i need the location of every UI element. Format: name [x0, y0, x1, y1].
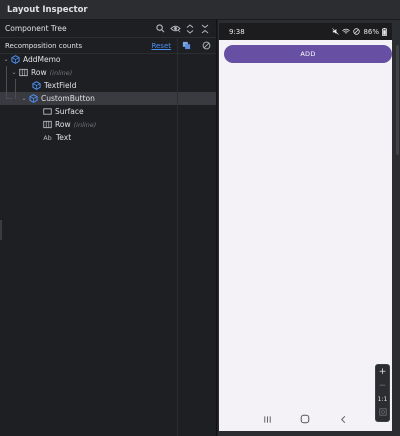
add-button[interactable]: ADD: [224, 45, 392, 63]
compose-icon: [10, 55, 20, 65]
device-nav-bar: [219, 409, 392, 431]
block-icon[interactable]: [199, 39, 213, 53]
collapse-all-icon[interactable]: [198, 22, 212, 36]
wifi-icon: [342, 28, 351, 34]
tree-node-textfield[interactable]: TextField: [0, 79, 217, 92]
recents-icon[interactable]: [263, 415, 272, 426]
eye-icon[interactable]: [168, 22, 182, 36]
surface-icon: [42, 107, 52, 117]
recomposition-label: Recomposition counts: [5, 41, 83, 50]
row-icon: [42, 120, 52, 130]
component-tree: ⌄ AddMemo ⌄ Row (inline) TextField ⌄ Cus…: [0, 53, 217, 144]
status-time: 9:38: [229, 27, 245, 36]
tree-node-label: Surface: [55, 107, 84, 116]
recomposition-counts-bar: Recomposition counts Reset: [0, 38, 217, 54]
tree-guide-line: [6, 98, 12, 99]
expand-all-icon[interactable]: [183, 22, 197, 36]
device-view-scrollbar[interactable]: [396, 45, 399, 155]
battery-icon: [382, 27, 387, 36]
zoom-controls: + − 1:1: [375, 364, 390, 422]
tree-node-hint: (inline): [73, 120, 97, 129]
column-divider: [177, 52, 178, 436]
copy-icon[interactable]: [179, 39, 193, 53]
tree-node-row[interactable]: ⌄ Row (inline): [0, 66, 217, 79]
device-status-bar: 9:38 86%: [219, 23, 392, 40]
tree-node-text[interactable]: Ab Text: [0, 131, 217, 144]
window-title: Layout Inspector: [7, 4, 88, 15]
chevron-down-icon[interactable]: ⌄: [20, 95, 28, 102]
tree-node-label: Row: [55, 120, 71, 129]
search-icon[interactable]: [153, 22, 167, 36]
device-screen[interactable]: 9:38 86% ADD: [219, 23, 392, 431]
tree-node-hint: (inline): [49, 68, 73, 77]
tree-node-custombutton[interactable]: ⌄ CustomButton: [0, 92, 217, 105]
component-tree-title: Component Tree: [5, 24, 67, 33]
chevron-down-icon[interactable]: ⌄: [10, 69, 18, 76]
panel-divider[interactable]: [216, 20, 217, 436]
component-tree-panel: Component Tree Recomposition counts Rese…: [0, 20, 217, 436]
text-icon: Ab: [43, 133, 52, 142]
zoom-out-button[interactable]: −: [379, 382, 387, 391]
compose-icon: [28, 94, 38, 104]
back-icon[interactable]: [339, 415, 348, 426]
tree-node-label: CustomButton: [41, 94, 95, 103]
tree-scrollbar[interactable]: [0, 220, 2, 240]
dnd-icon: [353, 28, 361, 35]
tree-guide-line: [6, 66, 7, 99]
home-icon[interactable]: [300, 414, 310, 426]
battery-percent: 86%: [363, 27, 379, 36]
fit-icon[interactable]: [378, 408, 387, 418]
tree-node-surface[interactable]: Surface: [0, 105, 217, 118]
tree-guide-line: [15, 79, 16, 99]
title-bar: Layout Inspector: [0, 0, 400, 20]
status-icons: 86%: [332, 27, 387, 36]
zoom-actual-size-button[interactable]: 1:1: [378, 396, 388, 403]
tree-node-label: Text: [56, 133, 72, 142]
tree-node-row-inner[interactable]: Row (inline): [0, 118, 217, 131]
compose-icon: [31, 81, 41, 91]
tree-node-label: AddMemo: [23, 55, 61, 64]
chevron-down-icon[interactable]: ⌄: [2, 56, 10, 63]
tree-node-addmemo[interactable]: ⌄ AddMemo: [0, 53, 217, 66]
zoom-in-button[interactable]: +: [379, 368, 387, 377]
component-tree-header: Component Tree: [0, 20, 217, 38]
reset-link[interactable]: Reset: [151, 42, 171, 50]
row-icon: [18, 68, 28, 78]
mute-icon: [332, 28, 340, 35]
tree-node-label: TextField: [44, 81, 77, 90]
tree-node-label: Row: [31, 68, 47, 77]
